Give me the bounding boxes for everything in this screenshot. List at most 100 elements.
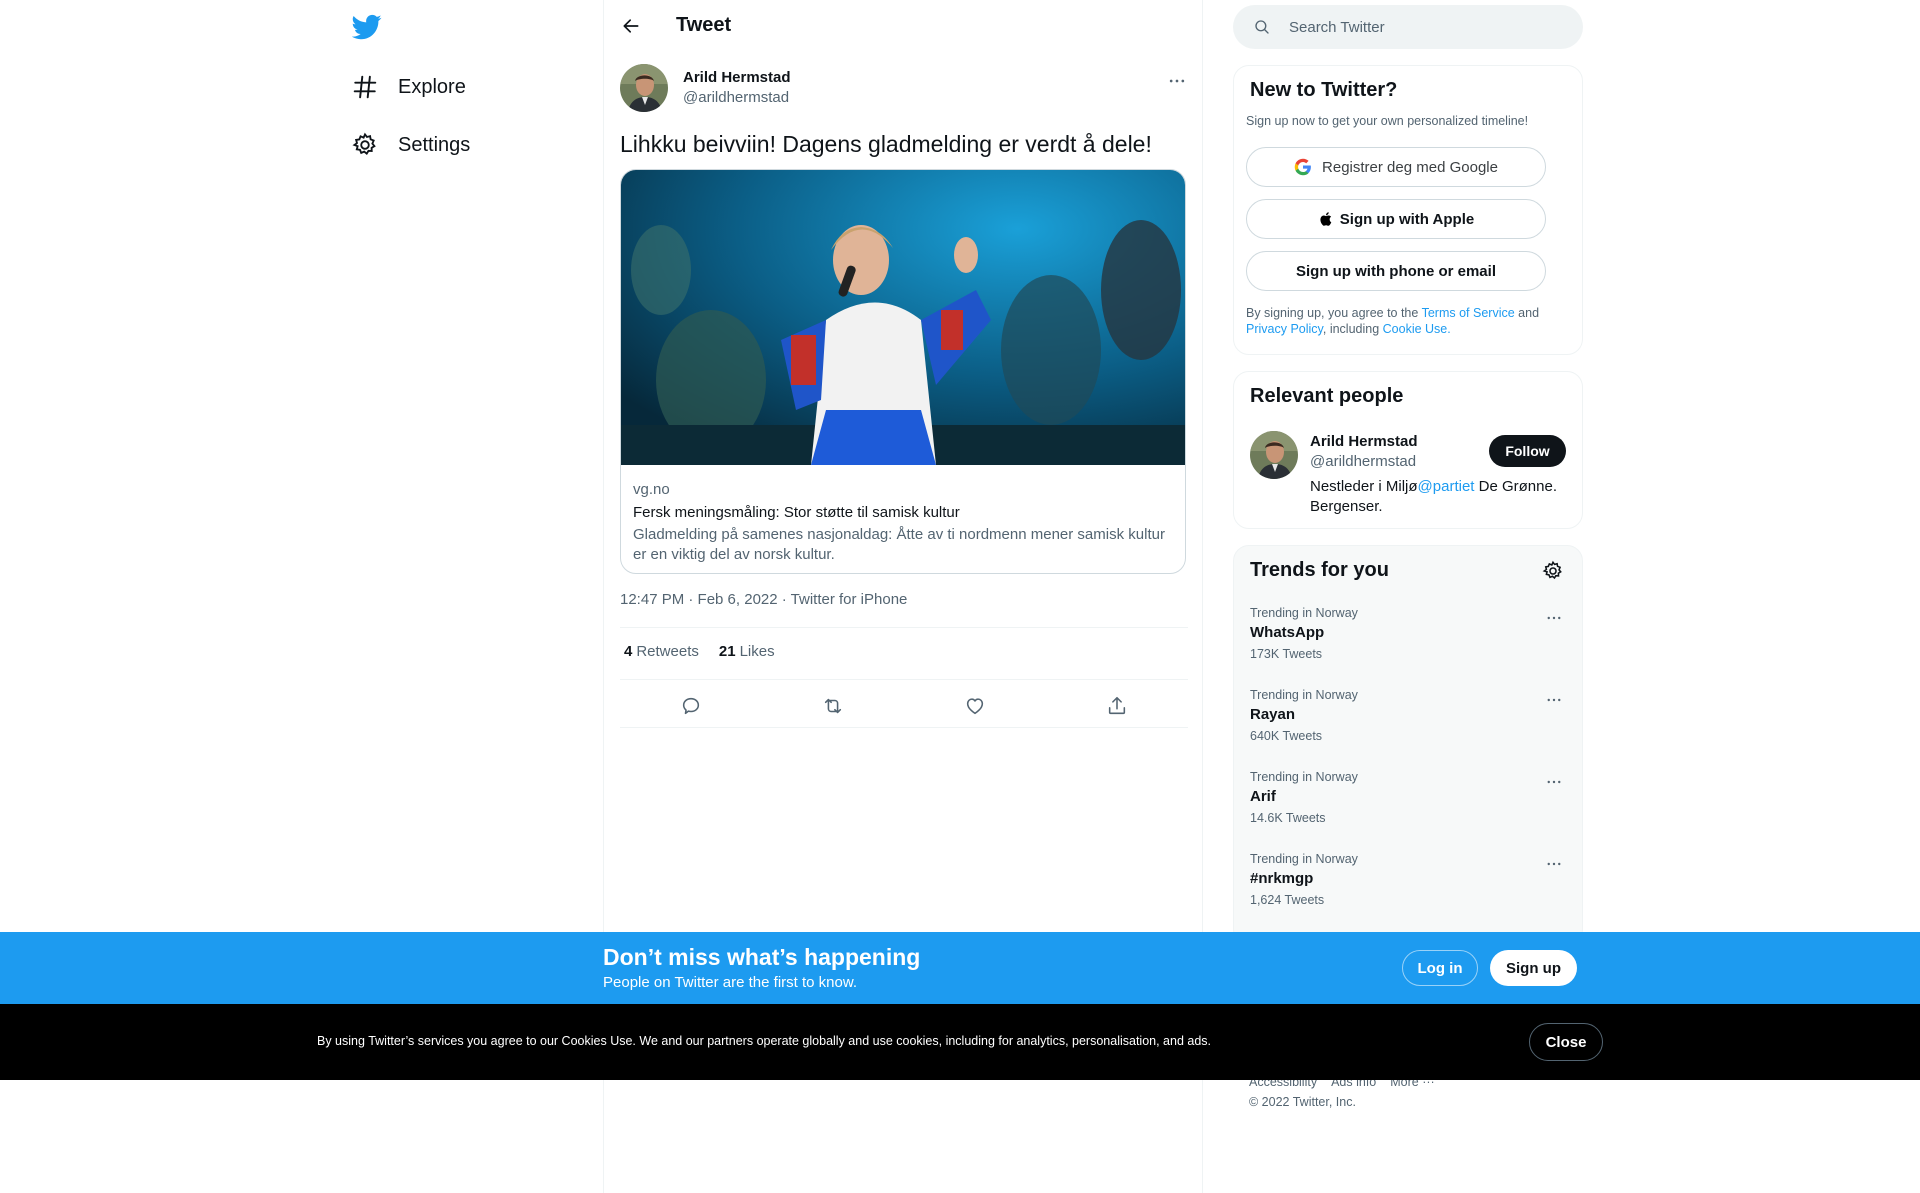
trend-count: 1,624 Tweets xyxy=(1250,893,1325,907)
google-signup-button[interactable]: Registrer deg med Google xyxy=(1246,147,1546,187)
signup-panel-title: New to Twitter? xyxy=(1250,79,1398,101)
trend-name: Rayan xyxy=(1250,706,1296,723)
search-input[interactable]: Search Twitter xyxy=(1233,5,1583,49)
signup-banner: Don’t miss what’s happening People on Tw… xyxy=(0,932,1920,1004)
copyright: © 2022 Twitter, Inc. xyxy=(1249,1095,1356,1109)
card-domain: vg.no xyxy=(633,481,670,498)
login-button[interactable]: Log in xyxy=(1402,950,1478,986)
terms-link[interactable]: Terms of Service xyxy=(1422,306,1515,320)
back-arrow-icon[interactable] xyxy=(618,13,644,39)
reply-icon[interactable] xyxy=(672,687,710,725)
trend-name: #nrkmgp xyxy=(1250,870,1314,887)
more-options-icon[interactable] xyxy=(1542,688,1566,712)
tweet-timestamp[interactable]: 12:47 PM · Feb 6, 2022 · Twitter for iPh… xyxy=(620,591,907,608)
phone-email-signup-label: Sign up with phone or email xyxy=(1295,262,1496,280)
avatar[interactable] xyxy=(1250,431,1298,479)
relevant-person-handle[interactable]: @arildhermstad xyxy=(1310,453,1416,470)
retweets-count: 4 xyxy=(624,643,633,660)
banner-title: Don’t miss what’s happening xyxy=(603,944,921,970)
trend-item[interactable]: Trending in Norway WhatsApp 173K Tweets xyxy=(1234,606,1582,688)
nav-item-label: Settings xyxy=(398,133,471,156)
divider xyxy=(620,627,1188,628)
divider xyxy=(620,727,1188,728)
google-icon xyxy=(1294,158,1311,176)
cookie-use-link[interactable]: Cookie Use. xyxy=(1383,322,1451,336)
card-description: Gladmelding på samenes nasjonaldag: Åtte… xyxy=(633,526,1165,563)
trend-count: 173K Tweets xyxy=(1250,647,1323,661)
relevant-people-title: Relevant people xyxy=(1250,385,1404,407)
nav-item-settings[interactable]: Settings xyxy=(352,125,470,165)
tweet-author: Arild Hermstad @arildhermstad xyxy=(620,64,1188,114)
trend-item[interactable]: Trending in Norway Arif 14.6K Tweets xyxy=(1234,770,1582,852)
twitter-bird-icon[interactable] xyxy=(351,12,382,42)
cookie-banner: By using Twitter’s services you agree to… xyxy=(0,1004,1920,1080)
trend-count: 640K Tweets xyxy=(1250,729,1323,743)
card-body: vg.no Fersk meningsmåling: Stor støtte t… xyxy=(633,480,1173,565)
search-placeholder: Search Twitter xyxy=(1289,19,1385,36)
bio-prefix: Nestleder i Miljø xyxy=(1310,478,1418,495)
likes-count: 21 xyxy=(718,643,736,660)
tweet-stats: 4 Retweets 21 Likes xyxy=(624,643,775,660)
search-icon xyxy=(1255,20,1269,34)
trend-name: WhatsApp xyxy=(1250,624,1325,641)
relevant-person-name[interactable]: Arild Hermstad xyxy=(1310,433,1418,450)
likes-stat[interactable]: 21 Likes xyxy=(719,643,775,660)
trend-context: Trending in Norway xyxy=(1250,852,1358,866)
apple-signup-button[interactable]: Sign up with Apple xyxy=(1246,199,1546,239)
link-card[interactable]: vg.no Fersk meningsmåling: Stor støtte t… xyxy=(620,169,1186,574)
avatar[interactable] xyxy=(620,64,668,112)
signup-legal-text: By signing up, you agree to the Terms of… xyxy=(1246,305,1566,337)
author-handle[interactable]: @arildhermstad xyxy=(683,89,789,106)
relevant-person-bio: Nestleder i Miljø@partiet De Grønne. Ber… xyxy=(1310,477,1570,517)
more-options-icon[interactable] xyxy=(1542,852,1566,876)
trend-count: 14.6K Tweets xyxy=(1250,811,1326,825)
more-options-icon[interactable] xyxy=(1542,606,1566,630)
trend-context: Trending in Norway xyxy=(1250,688,1358,702)
relevant-people-panel: Relevant people Arild Hermstad @arildher… xyxy=(1233,371,1583,529)
apple-signup-label: Sign up with Apple xyxy=(1339,210,1475,228)
more-options-icon[interactable] xyxy=(1166,70,1188,92)
gear-icon xyxy=(352,132,378,158)
trend-item[interactable]: Trending in Norway Rayan 640K Tweets xyxy=(1234,688,1582,770)
more-options-icon[interactable] xyxy=(1542,770,1566,794)
gear-icon[interactable] xyxy=(1542,560,1564,582)
like-heart-icon[interactable] xyxy=(956,687,994,725)
bio-mention-link[interactable]: @partiet xyxy=(1418,478,1475,495)
signup-subtitle: Sign up now to get your own personalized… xyxy=(1246,114,1529,128)
divider xyxy=(620,679,1188,680)
signup-panel: New to Twitter? Sign up now to get your … xyxy=(1233,65,1583,355)
phone-email-signup-button[interactable]: Sign up with phone or email xyxy=(1246,251,1546,291)
follow-button[interactable]: Follow xyxy=(1489,435,1566,467)
retweets-stat[interactable]: 4 Retweets xyxy=(624,643,699,660)
trend-item[interactable]: Trending in Norway #nrkmgp 1,624 Tweets xyxy=(1234,852,1582,934)
trends-panel: Trends for you Trending in Norway WhatsA… xyxy=(1233,545,1583,945)
share-icon[interactable] xyxy=(1098,687,1136,725)
page-title: Tweet xyxy=(676,14,732,36)
cookie-text: By using Twitter’s services you agree to… xyxy=(317,1034,1212,1048)
trend-name: Arif xyxy=(1250,788,1276,805)
nav-item-label: Explore xyxy=(398,75,466,98)
nav-item-explore[interactable]: Explore xyxy=(352,67,466,107)
retweets-label: Retweets xyxy=(636,643,699,660)
legal-prefix: By signing up, you agree to the xyxy=(1246,306,1422,320)
trend-context: Trending in Norway xyxy=(1250,770,1358,784)
privacy-link[interactable]: Privacy Policy xyxy=(1246,322,1323,336)
banner-subtitle: People on Twitter are the first to know. xyxy=(603,974,858,991)
trend-context: Trending in Norway xyxy=(1250,606,1358,620)
legal-including: , including xyxy=(1322,322,1383,336)
card-image xyxy=(621,170,1185,465)
likes-label: Likes xyxy=(739,643,775,660)
tweet-text: Lihkku beivviin! Dagens gladmelding er v… xyxy=(620,131,1152,157)
google-signup-label: Registrer deg med Google xyxy=(1322,158,1498,176)
hashtag-icon xyxy=(352,74,378,100)
trends-title: Trends for you xyxy=(1250,559,1389,581)
signup-button[interactable]: Sign up xyxy=(1490,950,1577,986)
card-title: Fersk meningsmåling: Stor støtte til sam… xyxy=(633,504,960,521)
tweet-actions xyxy=(620,686,1188,726)
main-header: Tweet xyxy=(604,0,1204,53)
close-button[interactable]: Close xyxy=(1529,1023,1603,1061)
legal-and: and xyxy=(1514,306,1540,320)
retweet-icon[interactable] xyxy=(814,687,852,725)
author-name[interactable]: Arild Hermstad xyxy=(683,69,791,86)
tweet: Arild Hermstad @arildhermstad Lihkku bei… xyxy=(620,64,1188,728)
